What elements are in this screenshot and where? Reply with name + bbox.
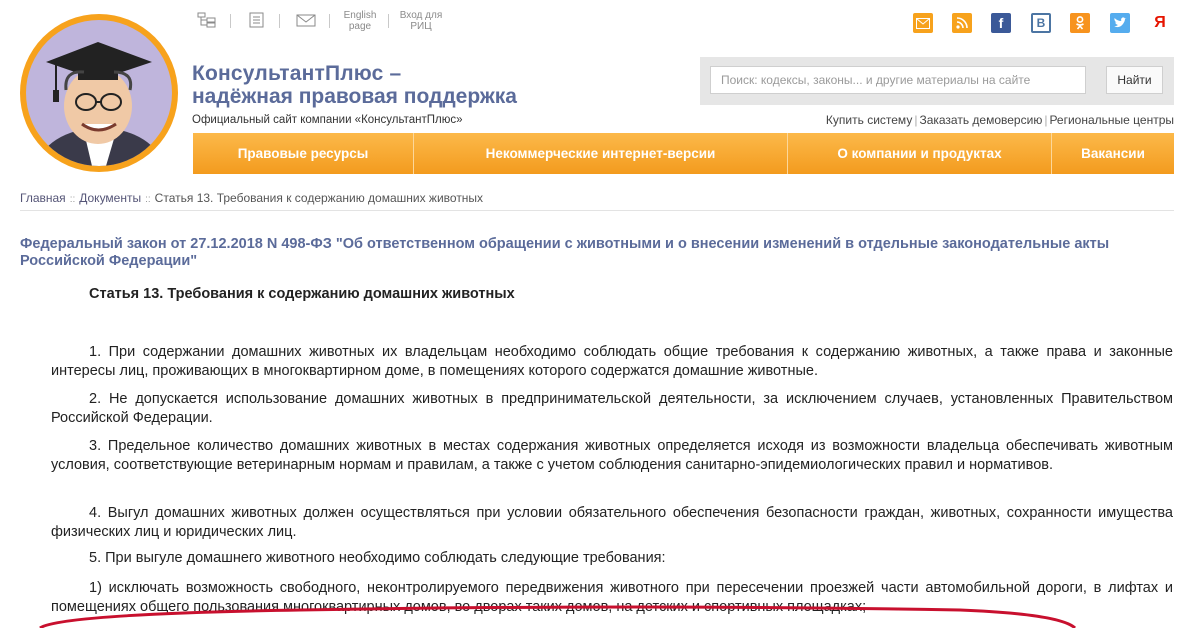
regional-centers-link[interactable]: Региональные центры xyxy=(1049,113,1174,127)
brand-tagline[interactable]: надёжная правовая поддержка xyxy=(192,85,517,109)
breadcrumb-current: Статья 13. Требования к содержанию домаш… xyxy=(154,191,484,205)
main-nav: Правовые ресурсы Некоммерческие интернет… xyxy=(193,133,1174,174)
paragraph-2: 2. Не допускается использование домашних… xyxy=(51,390,1173,428)
breadcrumb-home[interactable]: Главная xyxy=(20,191,66,205)
odnoklassniki-icon[interactable] xyxy=(1070,13,1090,33)
paragraph-3-text: 3. Предельное количество домашних животн… xyxy=(51,438,1173,473)
divider xyxy=(329,14,330,28)
search-input[interactable] xyxy=(710,66,1086,94)
english-line2: page xyxy=(348,21,372,32)
brand-title[interactable]: КонсультантПлюс – xyxy=(192,62,401,86)
paragraph-5-text: 5. При выгуле домашнего животного необхо… xyxy=(89,550,666,566)
nav-noncommercial-versions[interactable]: Некоммерческие интернет-версии xyxy=(414,133,788,174)
vk-icon[interactable]: B xyxy=(1031,13,1051,33)
breadcrumb: Главная:: Документы:: Статья 13. Требовани… xyxy=(20,191,483,205)
paragraph-3: 3. Предельное количество домашних животн… xyxy=(51,437,1173,475)
mascot-image xyxy=(26,20,172,166)
paragraph-4: 4. Выгул домашних животных должен осущес… xyxy=(51,504,1173,542)
mail-icon[interactable] xyxy=(296,12,316,28)
yandex-icon[interactable]: Я xyxy=(1150,13,1170,33)
header-links: Купить систему | Заказать демоверсию | Регио… xyxy=(780,113,1174,127)
law-title: Федеральный закон от 27.12.2018 N 498-ФЗ… xyxy=(20,236,1110,269)
breadcrumb-documents[interactable]: Документы xyxy=(79,191,141,205)
breadcrumb-separator: :: xyxy=(69,194,76,205)
paragraph-2-text: 2. Не допускается использование домашних… xyxy=(51,391,1173,426)
facebook-icon[interactable]: f xyxy=(991,13,1011,33)
paragraph-1: 1. При содержании домашних животных их в… xyxy=(51,343,1173,381)
buy-system-link[interactable]: Купить систему xyxy=(826,113,912,127)
rits-line2: РИЦ xyxy=(410,21,432,32)
nav-vacancies[interactable]: Вакансии xyxy=(1052,133,1174,174)
rits-line1: Вход для xyxy=(399,10,443,21)
paragraph-1-text: 1. При содержании домашних животных их в… xyxy=(51,344,1173,379)
brand-subtitle: Официальный сайт компании «КонсультантПл… xyxy=(192,114,463,126)
divider xyxy=(230,14,231,28)
red-highlight-annotation xyxy=(39,605,1077,628)
twitter-icon[interactable] xyxy=(1110,13,1130,33)
nav-legal-resources[interactable]: Правовые ресурсы xyxy=(193,133,414,174)
divider-line xyxy=(20,210,1174,211)
english-line1: English xyxy=(343,10,377,21)
paragraph-5: 5. При выгуле домашнего животного необхо… xyxy=(51,549,1173,568)
breadcrumb-separator: :: xyxy=(145,194,151,205)
document-icon[interactable] xyxy=(247,12,267,28)
nav-about-company[interactable]: О компании и продуктах xyxy=(788,133,1052,174)
search-panel: Найти xyxy=(700,57,1174,105)
english-page-link[interactable]: English page xyxy=(340,10,380,32)
divider xyxy=(388,14,389,28)
order-demo-link[interactable]: Заказать демоверсию xyxy=(919,113,1042,127)
search-button[interactable]: Найти xyxy=(1106,66,1163,94)
rss-icon[interactable] xyxy=(952,13,972,33)
logo[interactable] xyxy=(20,14,178,172)
email-icon[interactable] xyxy=(913,13,933,33)
article-title: Статья 13. Требования к содержанию домаш… xyxy=(89,286,515,302)
divider xyxy=(279,14,280,28)
paragraph-4-text: 4. Выгул домашних животных должен осущес… xyxy=(51,505,1173,540)
sitemap-icon[interactable] xyxy=(197,12,217,28)
rits-login-link[interactable]: Вход для РИЦ xyxy=(396,10,446,32)
